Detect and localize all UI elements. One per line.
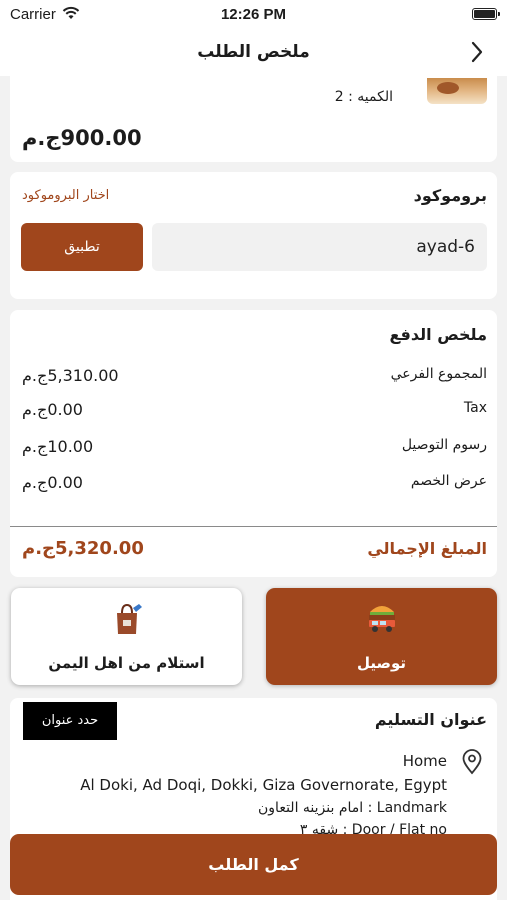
summary-row-value: 0.00ج.م <box>22 473 83 492</box>
promo-code-input[interactable] <box>152 223 487 271</box>
page-title: ملخص الطلب <box>197 42 310 62</box>
delivery-option-label: توصيل <box>356 654 407 672</box>
pickup-option-button[interactable]: استلام من اهل اليمن <box>11 588 242 685</box>
summary-row-label: Tax <box>463 400 487 416</box>
payment-summary-title: ملخص الدفع <box>389 325 487 344</box>
navigation-bar: ملخص الطلب <box>0 30 507 76</box>
total-value: 5,320.00ج.م <box>22 538 144 559</box>
choose-promo-link[interactable]: اختار البروموكود <box>22 188 109 203</box>
summary-row-value: 0.00ج.م <box>22 400 83 419</box>
pickup-bag-icon <box>109 600 145 636</box>
location-pin-icon <box>461 749 483 775</box>
choose-address-button[interactable]: حدد عنوان <box>23 702 117 740</box>
summary-row-subtotal: المجموع الفرعي 5,310.00ج.م <box>22 366 487 388</box>
promo-code-card: بروموكود اختار البروموكود تطبيق <box>10 172 497 299</box>
address-landmark: امام بنزينه التعاون : Landmark <box>258 800 447 816</box>
address-full: Al Doki, Ad Doqi, Dokki, Giza Governorat… <box>80 776 447 794</box>
food-truck-icon <box>364 600 400 636</box>
summary-row-label: عرض الخصم <box>410 473 487 489</box>
summary-row-tax: Tax 0.00ج.م <box>22 400 487 422</box>
summary-divider <box>10 526 497 527</box>
status-bar: Carrier 12:26 PM <box>0 0 507 30</box>
summary-row-value: 10.00ج.م <box>22 437 94 456</box>
address-title: عنوان التسليم <box>374 710 487 729</box>
summary-row-discount: عرض الخصم 0.00ج.م <box>22 473 487 495</box>
address-name: Home <box>402 752 447 770</box>
pickup-option-label: استلام من اهل اليمن <box>48 654 205 672</box>
summary-row-label: رسوم التوصيل <box>401 437 487 453</box>
summary-row-value: 5,310.00ج.م <box>22 366 119 385</box>
total-label: المبلغ الإجمالي <box>367 539 487 558</box>
back-chevron-icon[interactable] <box>465 40 489 64</box>
promo-title: بروموكود <box>413 186 487 205</box>
battery-icon <box>472 8 500 20</box>
item-price: 900.00ج.م <box>22 126 142 150</box>
clock: 12:26 PM <box>220 6 287 23</box>
summary-row-label: المجموع الفرعي <box>390 366 487 382</box>
complete-order-button[interactable]: كمل الطلب <box>10 834 497 895</box>
apply-promo-button[interactable]: تطبيق <box>21 223 143 271</box>
delivery-option-button[interactable]: توصيل <box>266 588 497 685</box>
summary-row-delivery-fee: رسوم التوصيل 10.00ج.م <box>22 437 487 459</box>
item-thumbnail <box>427 78 487 104</box>
order-item-card: الكميه : 2 900.00ج.م <box>10 76 497 162</box>
item-quantity: الكميه : 2 <box>334 89 393 105</box>
payment-summary-card: ملخص الدفع المجموع الفرعي 5,310.00ج.م Ta… <box>10 310 497 577</box>
